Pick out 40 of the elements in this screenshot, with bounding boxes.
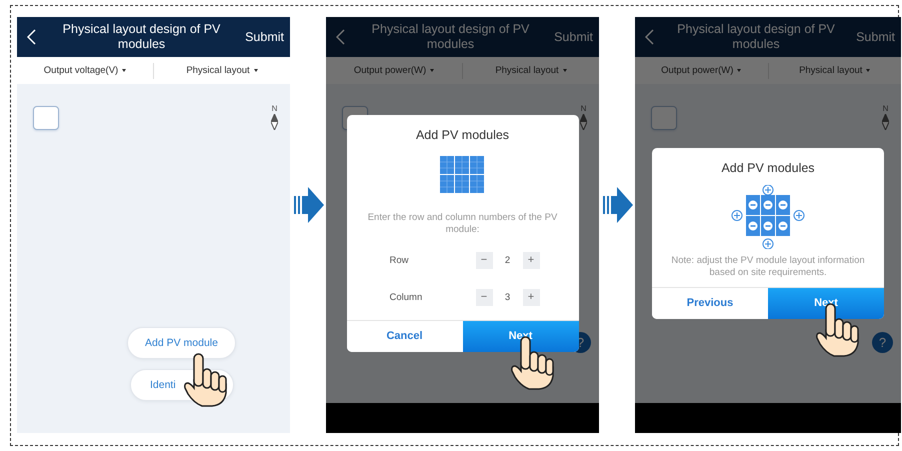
submit-link[interactable]: Submit — [245, 30, 284, 44]
decrement-button[interactable]: − — [476, 252, 492, 268]
note-text: Note: adjust the PV module layout information based on site requirements. — [670, 254, 866, 280]
help-button[interactable]: ? — [872, 332, 893, 353]
caret-icon — [254, 69, 258, 72]
decrement-button[interactable]: − — [476, 288, 492, 306]
field-label: Row — [388, 254, 410, 266]
increment-button[interactable]: + — [522, 252, 540, 268]
filter-dropdown[interactable]: Physical layout — [186, 65, 250, 76]
solar-panel-grid-icon — [440, 156, 485, 194]
increment-button[interactable]: + — [522, 288, 540, 306]
screen-title: Physical layout design of PV modules — [62, 22, 222, 52]
filter-dropdown[interactable]: Output power(W) — [661, 65, 734, 76]
stepper-value: 2 — [504, 254, 512, 266]
dialog-title: Add PV modules — [721, 160, 815, 174]
dialog-title: Add PV modules — [416, 128, 510, 142]
back-icon[interactable] — [27, 29, 36, 45]
instruction-text: Enter the row and column numbers of the PV module: — [366, 210, 558, 236]
stepper-value: 3 — [504, 292, 512, 302]
caret-icon — [122, 69, 126, 72]
filter-dropdown[interactable]: Physical layout — [799, 65, 862, 76]
caret-icon — [737, 69, 742, 72]
compass-label: N — [882, 104, 888, 113]
screen-title: Physical layout design of PV modules — [676, 22, 836, 52]
submit-link[interactable]: Submit — [554, 30, 593, 44]
right-arrow-icon — [603, 187, 633, 223]
filter-dropdown[interactable]: Output power(W) — [354, 65, 426, 76]
right-arrow-icon — [294, 187, 324, 223]
caret-icon — [866, 69, 870, 72]
caret-icon — [430, 69, 434, 72]
caret-icon — [562, 69, 567, 72]
screen-title: Physical layout design of PV modules — [370, 22, 530, 52]
filter-dropdown[interactable]: Output voltage(V) — [44, 65, 118, 76]
field-label: Column — [388, 292, 424, 302]
compass-icon — [271, 114, 278, 130]
compass-label: N — [272, 104, 278, 113]
filter-dropdown[interactable]: Physical layout — [495, 65, 559, 76]
compass-label: N — [580, 104, 586, 113]
compass-icon — [882, 114, 889, 130]
submit-link[interactable]: Submit — [856, 30, 895, 44]
